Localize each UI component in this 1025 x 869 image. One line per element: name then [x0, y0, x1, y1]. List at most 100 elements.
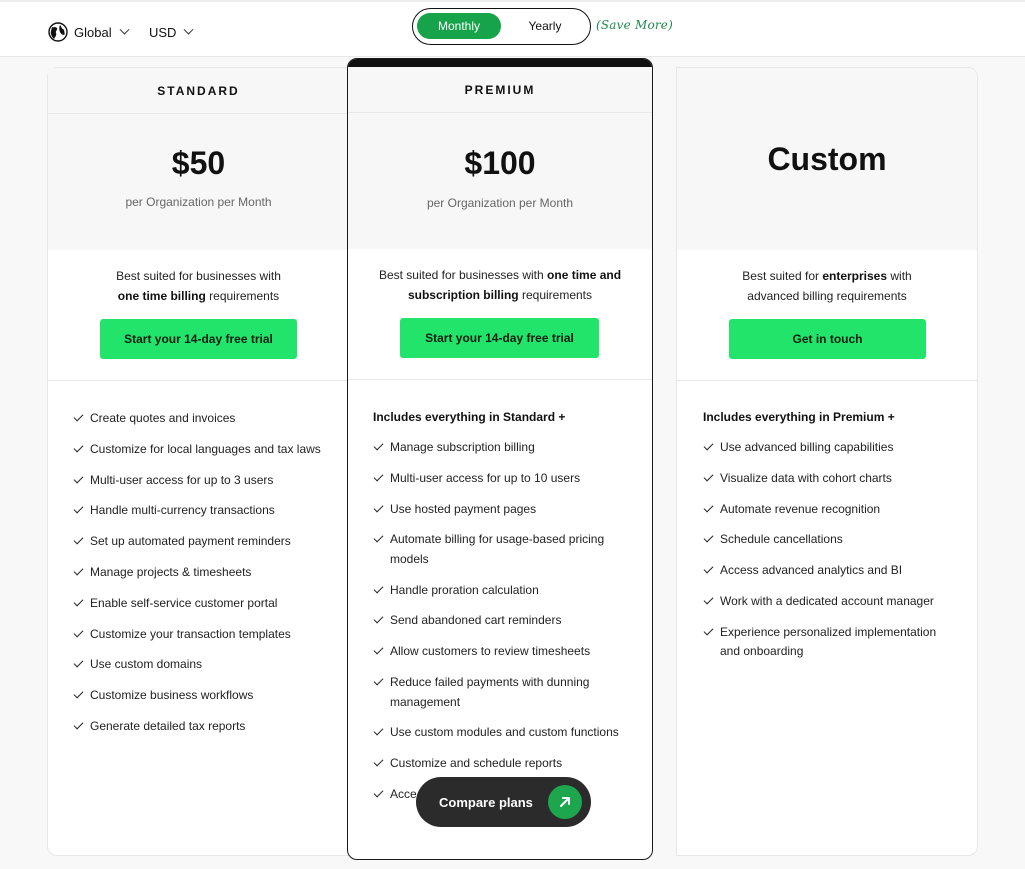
save-more-note: (Save More): [596, 18, 673, 32]
description-pre: Best suited for businesses with: [378, 268, 548, 282]
region-label: Global: [74, 24, 112, 40]
check-icon: [373, 583, 384, 594]
check-icon: [373, 787, 384, 798]
feature-text: Automate revenue recognition: [720, 501, 881, 516]
currency-selector[interactable]: USD: [149, 21, 194, 43]
plan-name: STANDARD: [48, 68, 349, 114]
plan-price: Custom: [767, 141, 887, 177]
description-rest: requirements: [518, 288, 593, 302]
check-icon: [73, 657, 84, 668]
plan-card-custom: Custom Best suited for enterprises with …: [676, 67, 978, 856]
compare-plans-button[interactable]: Compare plans: [416, 777, 591, 827]
feature-text: Customize your transaction templates: [90, 626, 291, 641]
divider: [348, 379, 652, 380]
description-line: advanced billing requirements: [747, 289, 907, 303]
feature-text: Customize business workflows: [90, 688, 254, 703]
check-icon: [73, 565, 84, 576]
feature-item: Use hosted payment pages: [373, 500, 643, 520]
feature-text: Multi-user access for up to 3 users: [90, 472, 274, 487]
chevron-down-icon: [119, 24, 130, 35]
feature-text: Use custom domains: [90, 657, 203, 672]
feature-item: Automate revenue recognition: [703, 500, 953, 520]
check-icon: [73, 596, 84, 607]
feature-item: Multi-user access for up to 10 users: [373, 469, 643, 489]
plan-description: Best suited for businesses with one time…: [68, 266, 329, 306]
divider: [48, 380, 349, 381]
check-icon: [373, 644, 384, 655]
start-trial-button[interactable]: Start your 14-day free trial: [100, 319, 297, 359]
feature-item: Use custom domains: [73, 655, 343, 675]
feature-item: Set up automated payment reminders: [73, 532, 343, 552]
feature-text: Use advanced billing capabilities: [720, 440, 894, 454]
feature-item: Send abandoned cart reminders: [373, 611, 643, 631]
globe-icon: [48, 22, 68, 42]
check-icon: [703, 532, 714, 543]
feature-item: Generate detailed tax reports: [73, 717, 343, 737]
feature-text: Acce: [390, 786, 417, 801]
feature-text: Enable self-service customer portal: [90, 595, 278, 610]
check-icon: [73, 688, 84, 699]
feature-item: Customize business workflows: [73, 686, 343, 706]
feature-text: Handle multi-currency transactions: [90, 503, 275, 518]
description-line: Best suited for businesses with: [116, 269, 281, 283]
region-selector[interactable]: Global: [48, 21, 130, 43]
chevron-down-icon: [184, 24, 194, 35]
feature-item: Manage subscription billing: [373, 438, 643, 458]
description-line: subscription billing requirements: [368, 285, 632, 305]
price-period: per Organization per Month: [426, 196, 574, 210]
check-icon: [703, 594, 714, 605]
check-icon: [703, 625, 714, 636]
yearly-option[interactable]: Yearly: [505, 13, 585, 39]
start-trial-button[interactable]: Start your 14-day free trial: [400, 318, 599, 358]
feature-text: Send abandoned cart reminders: [390, 613, 562, 628]
feature-text: Generate detailed tax reports: [90, 718, 246, 733]
price-block: $100 per Organization per Month: [348, 113, 652, 249]
description-mid: with: [887, 269, 912, 283]
features-title: Includes everything in Standard +: [373, 410, 566, 424]
top-line: [0, 0, 1025, 2]
plan-price: $100: [464, 145, 536, 181]
feature-item: Schedule cancellations: [703, 530, 953, 550]
feature-text: Manage projects & timesheets: [90, 564, 252, 579]
feature-item: Customize for local languages and tax la…: [73, 440, 343, 460]
plan-name: PREMIUM: [348, 67, 652, 113]
description-line: Best suited for businesses with one time…: [368, 265, 632, 285]
check-icon: [73, 503, 84, 514]
currency-label: USD: [149, 24, 177, 40]
plan-price: $50: [171, 145, 226, 181]
description-bold: one time and: [547, 268, 622, 282]
feature-text: Work with a dedicated account manager: [720, 593, 934, 608]
feature-text: Schedule cancellations: [720, 532, 843, 547]
features-title: Includes everything in Premium +: [703, 410, 895, 424]
description-line: Best suited for enterprises with: [697, 266, 957, 286]
monthly-option[interactable]: Monthly: [417, 13, 501, 39]
feature-item: Customize your transaction templates: [73, 625, 343, 645]
check-icon: [373, 614, 384, 624]
feature-text: Automate billing for usage-based pricing…: [390, 532, 605, 566]
feature-item: Experience personalized implementation a…: [703, 623, 943, 662]
compare-plans-label: Compare plans: [439, 794, 533, 810]
feature-list: Create quotes and invoices Customize for…: [73, 409, 343, 736]
description-rest: requirements: [205, 289, 280, 303]
check-icon: [73, 442, 84, 453]
get-in-touch-button[interactable]: Get in touch: [729, 319, 926, 359]
feature-item: Use custom modules and custom functions: [373, 723, 643, 743]
feature-text: Use hosted payment pages: [390, 501, 537, 516]
feature-item: Automate billing for usage-based pricing…: [373, 530, 613, 569]
plan-description: Best suited for businesses with one time…: [368, 265, 632, 305]
check-icon: [373, 471, 384, 482]
feature-text: Allow customers to review timesheets: [390, 644, 591, 659]
check-icon: [373, 725, 384, 736]
price-block: $50 per Organization per Month: [48, 114, 349, 250]
feature-item: Multi-user access for up to 3 users: [73, 471, 343, 491]
feature-item: Manage projects & timesheets: [73, 563, 343, 583]
check-icon: [73, 534, 84, 545]
highlight-stripe: [348, 59, 652, 67]
description-bold: one time billing: [117, 289, 206, 303]
feature-text: Reduce failed payments with dunning mana…: [390, 675, 590, 709]
feature-item: Use advanced billing capabilities: [703, 438, 953, 458]
feature-item: Create quotes and invoices: [73, 409, 343, 429]
feature-list: Use advanced billing capabilities Visual…: [703, 438, 953, 662]
plan-card-standard: STANDARD $50 per Organization per Month …: [47, 67, 349, 856]
feature-item: Visualize data with cohort charts: [703, 469, 953, 489]
